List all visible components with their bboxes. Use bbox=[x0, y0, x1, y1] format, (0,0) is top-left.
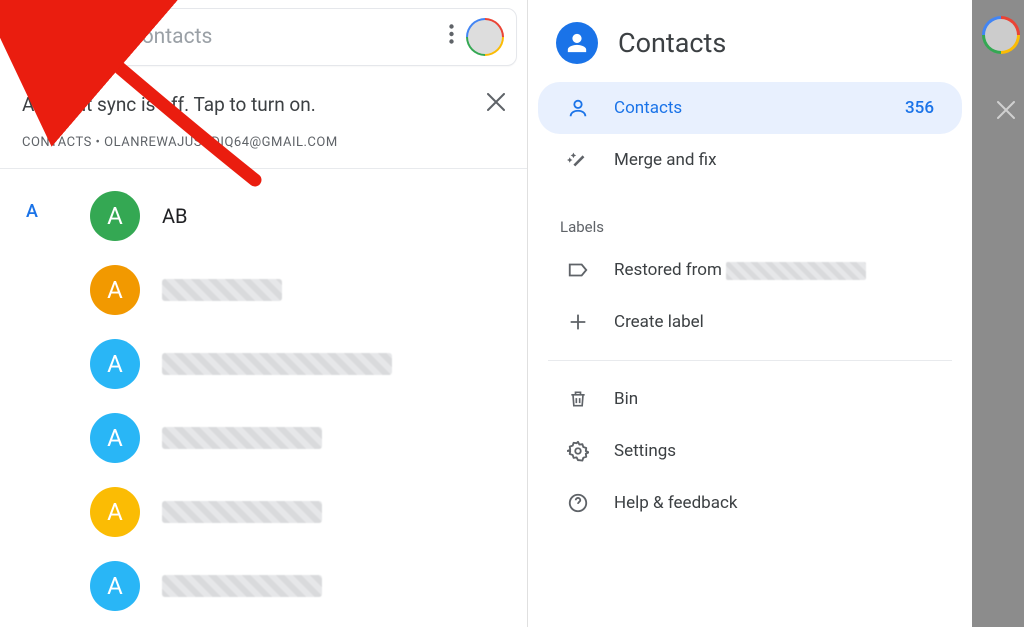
gear-icon bbox=[566, 439, 590, 463]
redacted-name bbox=[162, 427, 322, 449]
nav-item-label-restored[interactable]: Restored from bbox=[538, 244, 962, 296]
person-icon bbox=[566, 96, 590, 120]
nav-item-settings[interactable]: Settings bbox=[538, 425, 962, 477]
wand-icon bbox=[566, 148, 590, 172]
contact-row[interactable]: A bbox=[0, 549, 527, 623]
redacted-text bbox=[726, 262, 866, 280]
nav-item-help[interactable]: Help & feedback bbox=[538, 477, 962, 529]
contact-avatar: A bbox=[90, 487, 140, 537]
nav-label: Merge and fix bbox=[614, 150, 934, 170]
contact-row[interactable]: A AB bbox=[0, 179, 527, 253]
close-icon[interactable] bbox=[487, 92, 505, 117]
nav-label: Help & feedback bbox=[614, 493, 934, 513]
drawer-header: Contacts bbox=[528, 0, 972, 82]
plus-icon bbox=[566, 310, 590, 334]
contact-row[interactable]: A bbox=[0, 253, 527, 327]
redacted-name bbox=[162, 501, 322, 523]
contact-avatar: A bbox=[90, 561, 140, 611]
more-icon[interactable] bbox=[449, 24, 454, 50]
search-bar[interactable]: Search contacts bbox=[10, 8, 517, 66]
search-input[interactable]: Search contacts bbox=[61, 25, 437, 49]
contacts-main-screen: Search contacts Account sync is off. Tap… bbox=[0, 0, 528, 627]
account-avatar[interactable] bbox=[466, 18, 504, 56]
contacts-count: 356 bbox=[905, 98, 934, 118]
sync-banner[interactable]: Account sync is off. Tap to turn on. bbox=[0, 74, 527, 127]
help-icon bbox=[566, 491, 590, 515]
contact-name: AB bbox=[162, 204, 188, 228]
nav-label: Contacts bbox=[614, 98, 881, 118]
contact-avatar: A bbox=[90, 191, 140, 241]
nav-item-create-label[interactable]: Create label bbox=[538, 296, 962, 348]
redacted-name bbox=[162, 575, 322, 597]
contact-avatar: A bbox=[90, 413, 140, 463]
label-icon bbox=[566, 258, 590, 282]
nav-label: Bin bbox=[614, 389, 934, 409]
contact-row[interactable]: A bbox=[0, 401, 527, 475]
hamburger-menu-icon[interactable] bbox=[23, 24, 49, 50]
section-letter: A bbox=[26, 201, 38, 222]
contact-row[interactable]: A bbox=[0, 475, 527, 549]
contact-avatar: A bbox=[90, 265, 140, 315]
trash-icon bbox=[566, 387, 590, 411]
sync-message: Account sync is off. Tap to turn on. bbox=[22, 93, 487, 116]
navigation-drawer: Contacts Contacts 356 Merge and fix Labe… bbox=[528, 0, 972, 627]
contacts-logo-icon bbox=[556, 22, 598, 64]
nav-label: Restored from bbox=[614, 260, 934, 280]
drawer-title: Contacts bbox=[618, 27, 726, 59]
contact-row[interactable]: A bbox=[0, 327, 527, 401]
dimmed-background[interactable] bbox=[972, 0, 1024, 627]
nav-label: Create label bbox=[614, 312, 934, 332]
account-email-line: CONTACTS • OLANREWAJUSODIQ64@GMAIL.COM bbox=[0, 127, 527, 168]
contact-avatar: A bbox=[90, 339, 140, 389]
contacts-list: A AABAAAAA bbox=[0, 169, 527, 623]
divider bbox=[548, 360, 952, 361]
nav-item-contacts[interactable]: Contacts 356 bbox=[538, 82, 962, 134]
close-icon bbox=[997, 97, 1015, 125]
account-avatar bbox=[982, 16, 1020, 54]
labels-header: Labels bbox=[528, 200, 972, 244]
nav-item-bin[interactable]: Bin bbox=[538, 373, 962, 425]
nav-item-merge-fix[interactable]: Merge and fix bbox=[538, 134, 962, 186]
nav-label: Settings bbox=[614, 441, 934, 461]
redacted-name bbox=[162, 353, 392, 375]
redacted-name bbox=[162, 279, 282, 301]
